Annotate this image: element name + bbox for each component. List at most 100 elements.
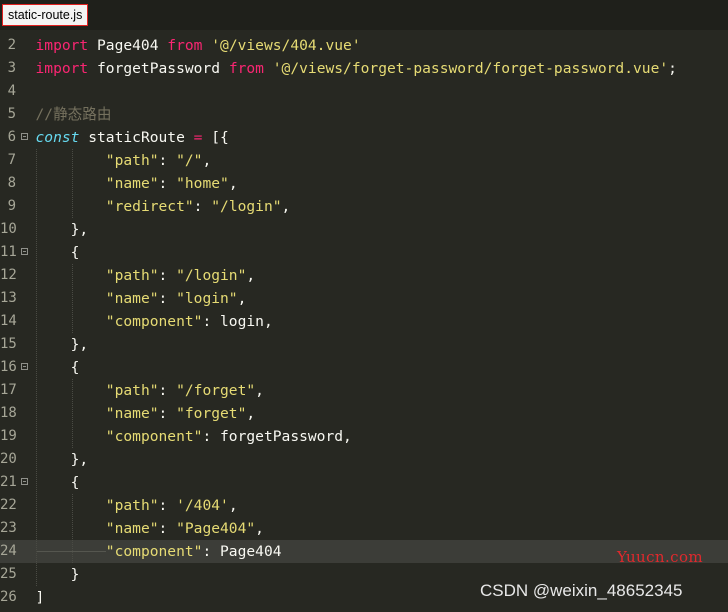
code-line[interactable]: 7 "path": "/", <box>0 149 728 172</box>
code-line[interactable]: 22 "path": '/404', <box>0 494 728 517</box>
code-line[interactable]: 19 "component": forgetPassword, <box>0 425 728 448</box>
code-token: : forgetPassword, <box>202 428 352 445</box>
line-number: 16 <box>0 359 17 375</box>
code-line[interactable]: 23 "name": "Page404", <box>0 517 728 540</box>
line-number: 3 <box>7 60 16 76</box>
code-line[interactable]: 9 "redirect": "/login", <box>0 195 728 218</box>
line-number: 11 <box>0 244 17 260</box>
code-line[interactable]: 16 { <box>0 356 728 379</box>
code-token: "Page404" <box>176 520 256 537</box>
code-line[interactable]: 12 "path": "/login", <box>0 264 728 287</box>
code-token: { <box>35 244 80 261</box>
fold-toggle-icon[interactable] <box>21 133 28 140</box>
code-token: "/forget" <box>176 382 256 399</box>
code-token: "/login" <box>211 198 282 215</box>
code-token: , <box>202 152 212 169</box>
code-token: "path" <box>105 497 159 514</box>
code-line[interactable]: 5 //静态路由 <box>0 103 728 126</box>
code-text: { <box>36 471 80 494</box>
code-text: "path": "/", <box>36 149 212 172</box>
line-number: 22 <box>0 497 17 513</box>
code-line[interactable]: 18 "name": "forget", <box>0 402 728 425</box>
author-watermark: CSDN @weixin_48652345 <box>480 581 683 600</box>
code-token: '/404' <box>176 497 229 514</box>
code-line[interactable]: 8 "name": "home", <box>0 172 728 195</box>
code-line[interactable]: 21 { <box>0 471 728 494</box>
site-watermark: Yuucn.com <box>617 548 704 566</box>
code-token: , <box>228 497 238 514</box>
code-token: , <box>255 520 264 537</box>
code-token: ] <box>35 589 45 606</box>
code-token: : <box>158 382 177 399</box>
code-editor[interactable]: static-route.js 2 import Page404 from '@/… <box>0 0 728 612</box>
line-number: 23 <box>0 520 17 536</box>
code-token: }, <box>35 221 89 238</box>
code-token: }, <box>35 336 89 353</box>
fold-toggle-icon[interactable] <box>21 248 28 255</box>
code-token: const <box>35 129 80 146</box>
line-number: 13 <box>0 290 17 306</box>
code-line[interactable]: 17 "path": "/forget", <box>0 379 728 402</box>
code-text: "path": "/login", <box>36 264 256 287</box>
code-token: Page404 <box>88 37 168 54</box>
code-token: : <box>158 520 177 537</box>
code-token: from <box>228 60 264 77</box>
code-text: "redirect": "/login", <box>36 195 291 218</box>
code-line[interactable]: 15 }, <box>0 333 728 356</box>
line-number: 4 <box>7 83 16 99</box>
code-token: "name" <box>105 520 159 537</box>
line-number: 17 <box>0 382 17 398</box>
line-number: 7 <box>7 152 16 168</box>
indent-guide <box>72 379 73 448</box>
code-token: }, <box>35 451 89 468</box>
code-line[interactable]: 20 }, <box>0 448 728 471</box>
code-token: , <box>281 198 291 215</box>
fold-toggle-icon[interactable] <box>21 478 28 485</box>
code-token: "name" <box>105 405 159 422</box>
fold-toggle-icon[interactable] <box>21 363 28 370</box>
code-token: forgetPassword <box>88 60 229 77</box>
code-token: "path" <box>105 267 159 284</box>
code-line[interactable]: 10 }, <box>0 218 728 241</box>
code-token: : <box>158 175 177 192</box>
indent-guide <box>72 264 73 333</box>
code-line[interactable]: 3 import forgetPassword from '@/views/for… <box>0 57 728 80</box>
line-number: 5 <box>7 106 16 122</box>
code-token: : <box>158 290 177 307</box>
code-text: const staticRoute = [{ <box>36 126 229 149</box>
code-token: "name" <box>105 290 159 307</box>
code-token: [{ <box>202 129 229 146</box>
code-token: "/login" <box>176 267 247 284</box>
code-token: "path" <box>105 382 159 399</box>
code-token: from <box>167 37 203 54</box>
code-line[interactable]: 6 const staticRoute = [{ <box>0 126 728 149</box>
code-token: : <box>158 267 177 284</box>
line-number: 18 <box>0 405 17 421</box>
code-token: ; <box>668 60 677 77</box>
code-text: "path": '/404', <box>36 494 238 517</box>
code-token: , <box>246 267 256 284</box>
code-token: "forget" <box>176 405 247 422</box>
line-number: 25 <box>0 566 17 582</box>
indent-guide <box>36 551 106 552</box>
line-number: 20 <box>0 451 17 467</box>
code-token: "component" <box>105 428 203 445</box>
code-token: "component" <box>105 313 203 330</box>
code-line[interactable]: 14 "component": login, <box>0 310 728 333</box>
code-token: "login" <box>176 290 238 307</box>
code-line[interactable]: 11 { <box>0 241 728 264</box>
indent-guide <box>72 494 73 563</box>
code-line[interactable]: 4 <box>0 80 728 103</box>
tab-static-route-js[interactable]: static-route.js <box>2 4 89 26</box>
code-token: "path" <box>105 152 159 169</box>
code-line[interactable]: 2 import Page404 from '@/views/404.vue' <box>0 34 728 57</box>
indent-guide <box>36 149 37 586</box>
code-line[interactable]: 13 "name": "login", <box>0 287 728 310</box>
code-token: , <box>246 405 256 422</box>
code-text: import forgetPassword from '@/views/forg… <box>36 57 677 80</box>
